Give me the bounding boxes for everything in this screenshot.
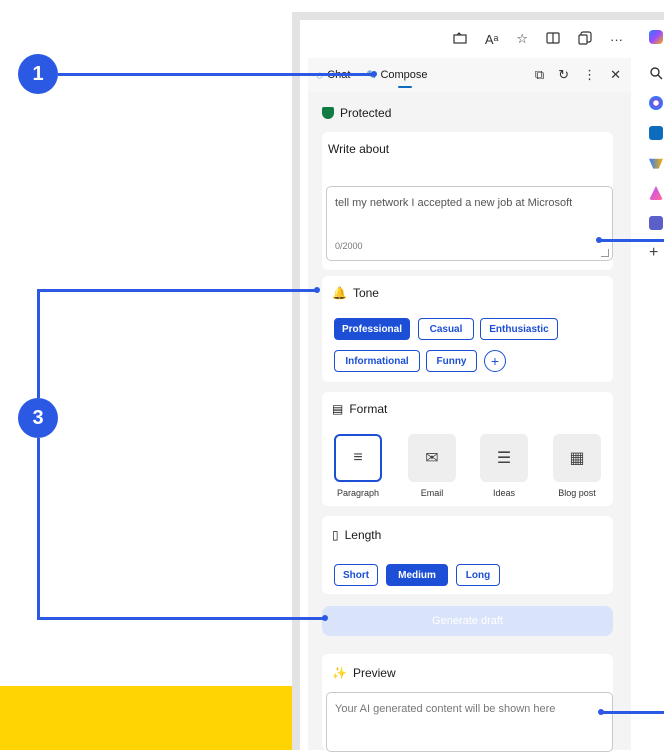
format-option-blog-post[interactable]: ▦ — [553, 434, 601, 482]
length-option-long[interactable]: Long — [456, 564, 500, 586]
tone-option-professional[interactable]: Professional — [334, 318, 410, 340]
browser-toolbar: Aᵃ ☆ ··· — [300, 20, 635, 58]
magic-wand-icon: ✨ — [332, 666, 347, 680]
refresh-icon[interactable]: ↻ — [558, 67, 569, 83]
add-tone-button[interactable]: + — [484, 350, 506, 372]
callout-4-dot — [598, 709, 604, 715]
tab-icon[interactable] — [453, 31, 467, 47]
office-icon[interactable] — [649, 96, 663, 110]
close-icon[interactable]: ✕ — [610, 67, 621, 83]
format-icon: ▤ — [332, 402, 344, 416]
protected-label: Protected — [340, 106, 392, 120]
sidebar-actions: ⧉ ↻ ⋮ ✕ — [535, 67, 631, 83]
preview-title: Preview — [352, 666, 396, 680]
preview-output: Your AI generated content will be shown … — [326, 692, 613, 752]
more-options-icon[interactable]: ⋮ — [583, 67, 596, 83]
favorite-icon[interactable]: ☆ — [516, 31, 528, 47]
callout-3-dot-top — [314, 287, 320, 293]
outlook-icon[interactable] — [649, 126, 663, 140]
callout-1-line — [58, 73, 374, 76]
callout-3: 3 — [18, 398, 58, 438]
format-label-email: Email — [420, 488, 444, 498]
format-label-paragraph: Paragraph — [336, 488, 380, 498]
length-title: Length — [344, 528, 382, 542]
length-option-short[interactable]: Short — [334, 564, 378, 586]
callout-3-line-left-bottom — [37, 438, 40, 620]
callout-4-line — [600, 711, 664, 714]
format-title-row: ▤ Format — [332, 402, 387, 416]
collections-icon[interactable] — [578, 30, 592, 48]
callout-3-line-bottom — [37, 617, 325, 620]
callout-1-dot — [371, 71, 377, 77]
games-icon[interactable] — [649, 158, 663, 169]
format-title: Format — [349, 402, 388, 416]
read-aloud-icon[interactable]: Aᵃ — [485, 32, 499, 47]
format-label-blog-post: Blog post — [558, 488, 596, 498]
length-icon: ▯ — [332, 528, 339, 542]
character-counter: 0/2000 — [335, 241, 363, 251]
callout-3-line-left-top — [37, 289, 40, 398]
callout-2-dot — [596, 237, 602, 243]
generate-draft-button[interactable]: Generate draft — [322, 606, 613, 636]
preview-title-row: ✨ Preview — [332, 666, 396, 680]
split-screen-icon[interactable] — [546, 31, 560, 47]
tone-option-casual[interactable]: Casual — [418, 318, 474, 340]
format-option-ideas[interactable]: ☰ — [480, 434, 528, 482]
email-icon: ✉ — [425, 450, 439, 467]
length-title-row: ▯ Length — [332, 528, 381, 542]
format-option-paragraph[interactable]: ≡ — [334, 434, 382, 482]
format-option-email[interactable]: ✉ — [408, 434, 456, 482]
callout-3-dot-bottom — [322, 615, 328, 621]
tab-compose-label: Compose — [380, 69, 428, 81]
write-about-title: Write about — [328, 142, 390, 156]
blog-post-icon: ▦ — [569, 450, 585, 467]
teams-icon[interactable] — [649, 216, 663, 230]
tone-option-informational[interactable]: Informational — [334, 350, 420, 372]
add-app-icon[interactable]: + — [649, 245, 663, 261]
callout-1: 1 — [18, 54, 58, 94]
callout-3-line-top — [37, 289, 317, 292]
tone-title-row: 🔔 Tone — [332, 286, 379, 300]
length-option-medium[interactable]: Medium — [386, 564, 448, 586]
protected-badge: Protected — [322, 106, 391, 120]
tone-icon: 🔔 — [332, 286, 347, 300]
open-in-new-icon[interactable]: ⧉ — [535, 67, 544, 83]
write-about-value: tell my network I accepted a new job at … — [335, 197, 573, 209]
write-about-input[interactable]: tell my network I accepted a new job at … — [326, 186, 613, 261]
search-icon[interactable] — [649, 66, 663, 80]
designer-icon[interactable] — [649, 186, 663, 200]
tone-title: Tone — [352, 286, 379, 300]
copilot-icon[interactable] — [649, 30, 663, 44]
more-icon[interactable]: ··· — [610, 32, 623, 47]
format-label-ideas: Ideas — [492, 488, 516, 498]
callout-2-line — [598, 239, 664, 242]
tone-option-funny[interactable]: Funny — [426, 350, 477, 372]
resize-handle[interactable] — [601, 249, 609, 257]
sidebar-app-rail: + — [636, 20, 664, 320]
list-icon: ☰ — [496, 450, 512, 467]
tone-option-enthusiastic[interactable]: Enthusiastic — [480, 318, 558, 340]
paragraph-icon: ≡ — [353, 449, 363, 466]
shield-icon — [322, 107, 334, 119]
preview-placeholder: Your AI generated content will be shown … — [335, 703, 556, 715]
